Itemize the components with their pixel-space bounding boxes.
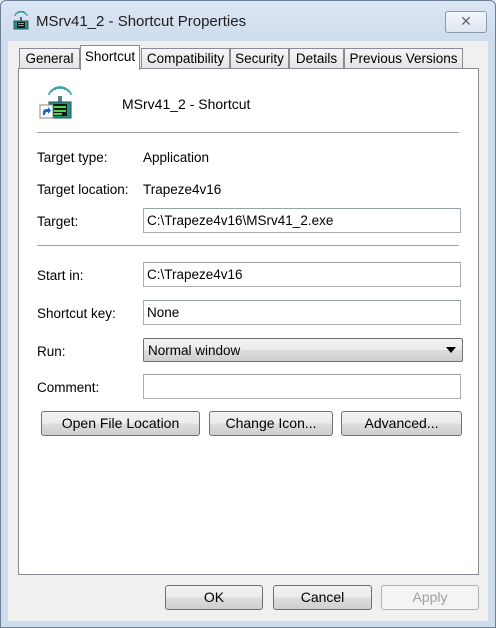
ok-button[interactable]: OK (165, 585, 263, 610)
target-type-label: Target type: (37, 150, 108, 165)
tab-label: Compatibility (146, 51, 225, 66)
start-in-field[interactable]: C:\Trapeze4v16 (143, 262, 461, 287)
tab-label: General (25, 51, 74, 66)
window-title: MSrv41_2 - Shortcut Properties (36, 13, 247, 30)
cancel-button[interactable]: Cancel (273, 585, 372, 610)
title-bar[interactable]: MSrv41_2 - Shortcut Properties ✕ (1, 1, 495, 41)
tab-label: Shortcut (84, 49, 136, 64)
comment-label: Comment: (37, 380, 100, 395)
tab-details[interactable]: Details (289, 48, 344, 69)
tab-previous-versions[interactable]: Previous Versions (344, 48, 463, 69)
tab-compatibility[interactable]: Compatibility (141, 48, 230, 69)
target-type-value: Application (143, 150, 210, 165)
properties-window: MSrv41_2 - Shortcut Properties ✕ General… (0, 0, 496, 628)
separator (37, 132, 459, 134)
open-file-location-button[interactable]: Open File Location (41, 411, 200, 436)
target-location-value: Trapeze4v16 (143, 182, 222, 197)
tab-label: Details (295, 51, 338, 66)
target-field[interactable]: C:\Trapeze4v16\MSrv41_2.exe (143, 208, 461, 233)
run-select[interactable]: Normal window (143, 338, 463, 362)
tab-shortcut[interactable]: Shortcut (80, 45, 140, 70)
close-icon: ✕ (460, 13, 472, 29)
target-location-label: Target location: (37, 182, 129, 197)
shortcut-name: MSrv41_2 - Shortcut (122, 96, 251, 112)
tab-label: Security (235, 51, 284, 66)
apply-button[interactable]: Apply (381, 585, 479, 610)
change-icon-button[interactable]: Change Icon... (209, 411, 333, 436)
dialog-client-area: General Shortcut Compatibility Security … (8, 41, 488, 621)
shortcut-arrow-icon (39, 104, 54, 119)
shortcut-key-field[interactable]: None (143, 300, 461, 325)
network-server-app-icon (39, 86, 72, 119)
close-button[interactable]: ✕ (445, 11, 487, 33)
run-label: Run: (37, 344, 66, 359)
run-select-value: Normal window (148, 343, 241, 358)
start-in-label: Start in: (37, 268, 84, 283)
chevron-down-icon (446, 347, 456, 353)
tab-security[interactable]: Security (230, 48, 289, 69)
separator (37, 245, 459, 247)
tab-label: Previous Versions (349, 51, 458, 66)
comment-field[interactable] (143, 374, 461, 399)
app-icon (13, 11, 29, 30)
target-label: Target: (37, 214, 79, 229)
advanced-button[interactable]: Advanced... (341, 411, 462, 436)
shortcut-key-label: Shortcut key: (37, 306, 116, 321)
tab-general[interactable]: General (19, 48, 80, 69)
shortcut-tab-panel: MSrv41_2 - Shortcut Target type: Applica… (18, 68, 479, 575)
